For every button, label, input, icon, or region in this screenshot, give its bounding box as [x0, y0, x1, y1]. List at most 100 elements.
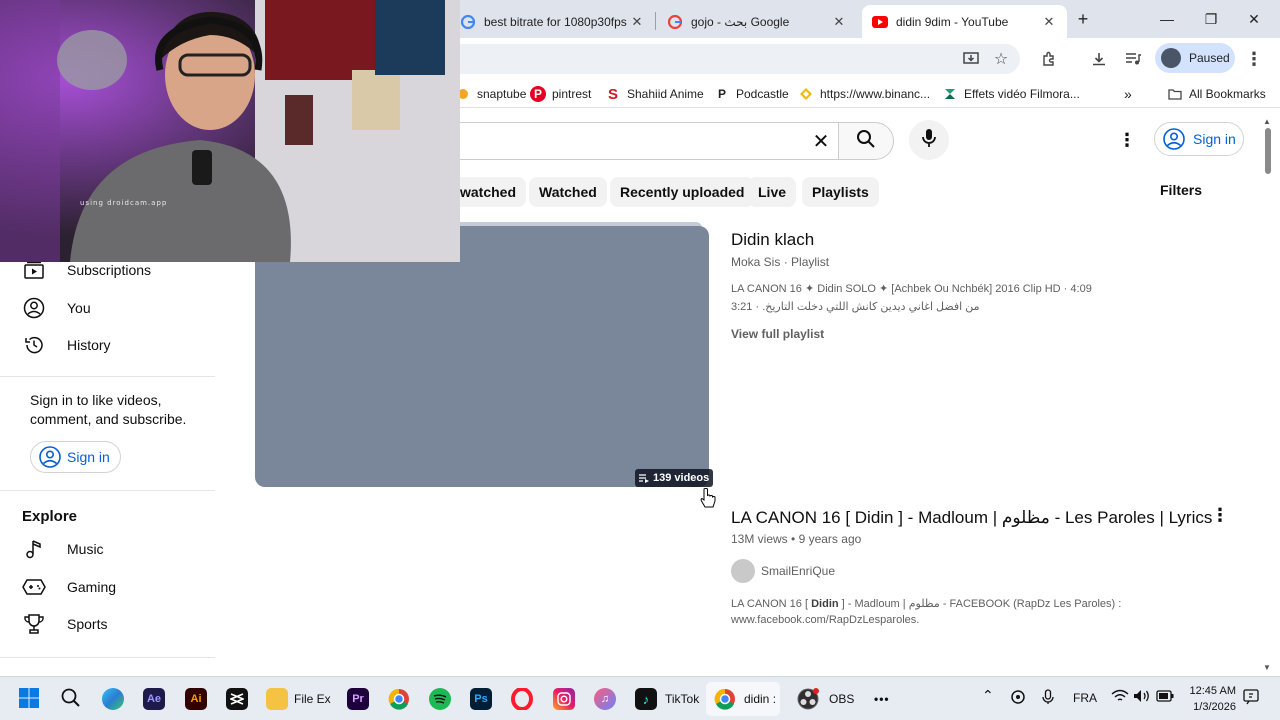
taskbar-app-opera[interactable] — [511, 685, 533, 713]
tab-divider — [655, 12, 656, 30]
sidebar-sign-in-button[interactable]: Sign in — [30, 441, 121, 473]
tiktok-icon: ♪ — [635, 688, 657, 710]
taskbar-app-after-effects[interactable]: Ae — [143, 685, 165, 713]
close-icon[interactable]: ✕ — [1041, 14, 1057, 30]
close-icon[interactable]: ✕ — [629, 14, 645, 30]
podcastle-icon: P — [717, 87, 726, 101]
taskbar-app-chrome[interactable] — [388, 685, 410, 713]
media-queue-icon[interactable] — [1120, 46, 1146, 72]
microphone-icon[interactable] — [1042, 689, 1054, 708]
chip-recently-uploaded[interactable]: Recently uploaded — [610, 177, 755, 207]
bookmark-shahiid-anime[interactable]: S Shahiid Anime — [605, 85, 704, 103]
tab-bitrate[interactable]: best bitrate for 1080p30fps ✕ — [450, 5, 655, 38]
taskbar-app-itunes[interactable]: ♫ — [594, 685, 616, 713]
sidebar-signin-prompt: Sign in to like videos, comment, and sub… — [30, 392, 187, 427]
sidebar-item-music[interactable]: Music — [22, 534, 104, 564]
taskbar-app-file-explorer[interactable]: File Ex — [266, 685, 331, 713]
new-tab-button[interactable]: + — [1068, 6, 1098, 32]
start-button[interactable] — [18, 685, 40, 713]
tray-overflow-icon[interactable]: ⌃ — [982, 687, 994, 704]
filters-button[interactable]: Filters — [1160, 182, 1202, 198]
taskbar-app-capcut[interactable] — [226, 685, 248, 713]
video-title[interactable]: LA CANON 16 [ Didin ] - Madloum | مظلوم … — [731, 508, 1212, 528]
sidebar-item-gaming[interactable]: Gaming — [22, 572, 116, 602]
sidebar-item-you[interactable]: You — [22, 293, 91, 323]
chip-watched-partial[interactable]: watched — [450, 177, 527, 207]
voice-search-button[interactable] — [909, 120, 949, 160]
profile-paused-button[interactable]: Paused — [1155, 43, 1235, 73]
sign-in-button[interactable]: Sign in — [1154, 122, 1244, 156]
bookmark-snaptube[interactable]: snaptube — [455, 85, 526, 103]
tab-youtube[interactable]: didin 9dim - YouTube ✕ — [862, 5, 1067, 38]
bookmark-star-icon[interactable]: ☆ — [988, 46, 1014, 72]
wifi-icon[interactable] — [1111, 689, 1129, 706]
address-bar[interactable] — [440, 44, 1020, 74]
sidebar-item-sports[interactable]: Sports — [22, 609, 107, 639]
system-clock[interactable]: 12:45 AM 1/3/2026 — [1186, 683, 1236, 715]
sidebar-item-history[interactable]: History — [22, 330, 111, 360]
taskbar-app-photoshop[interactable]: Ps — [470, 685, 492, 713]
bookmark-binance[interactable]: https://www.binanc... — [798, 85, 930, 103]
bookmarks-overflow-icon[interactable]: » — [1124, 85, 1132, 103]
playlist-title[interactable]: Didin klach — [731, 230, 814, 250]
bookmark-podcastle[interactable]: P Podcastle — [714, 85, 789, 103]
bookmark-filmora[interactable]: Effets vidéo Filmora... — [942, 85, 1080, 103]
after-effects-icon: Ae — [143, 688, 165, 710]
taskbar-app-label: File Ex — [294, 692, 331, 706]
taskbar-app-obs[interactable]: OBS — [797, 685, 854, 713]
account-circle-icon — [39, 446, 61, 468]
taskbar-more-apps-icon[interactable]: ••• — [874, 685, 890, 713]
volume-icon[interactable] — [1133, 689, 1151, 706]
search-input[interactable] — [440, 122, 838, 160]
description-text: ] - Madloum | مظلوم - FACEBOOK (RapDz Le… — [838, 598, 1122, 610]
download-icon[interactable] — [1086, 46, 1112, 72]
playlist-thumbnail[interactable] — [255, 226, 709, 487]
battery-icon[interactable] — [1156, 690, 1174, 705]
install-app-icon[interactable] — [958, 46, 984, 72]
browser-menu-icon[interactable]: ⋮ — [1241, 46, 1267, 72]
tab-title: best bitrate for 1080p30fps — [484, 14, 627, 29]
taskbar-app-label: OBS — [829, 692, 855, 706]
playlist-item-2[interactable]: من افضل اغاني ديدين كانش اللتي دخلت التا… — [731, 300, 980, 313]
google-g-icon — [667, 14, 683, 30]
input-language[interactable]: FRA — [1073, 691, 1097, 705]
minimize-icon[interactable]: — — [1152, 6, 1182, 32]
scrollbar-thumb[interactable] — [1265, 128, 1271, 174]
more-options-icon[interactable]: ⋮ — [1115, 128, 1139, 152]
chip-live[interactable]: Live — [748, 177, 797, 207]
scroll-down-icon[interactable]: ▼ — [1263, 663, 1271, 672]
taskbar-app-illustrator[interactable]: Ai — [185, 685, 207, 713]
bookmark-pinterest[interactable]: P pintrest — [530, 85, 591, 103]
channel-avatar[interactable] — [731, 559, 755, 583]
all-bookmarks-button[interactable]: All Bookmarks — [1167, 85, 1266, 103]
clear-search-icon[interactable]: ✕ — [808, 128, 834, 154]
search-button[interactable] — [838, 122, 894, 160]
chip-watched[interactable]: Watched — [529, 177, 607, 207]
window-close-icon[interactable]: ✕ — [1239, 6, 1269, 32]
file-explorer-icon — [266, 688, 288, 710]
taskbar-app-tiktok[interactable]: ♪ TikTok — [635, 685, 699, 713]
notifications-icon[interactable] — [1243, 689, 1259, 708]
taskbar-search-button[interactable] — [61, 685, 81, 713]
extensions-icon[interactable] — [1036, 46, 1062, 72]
video-channel-name[interactable]: SmailEnriQue — [761, 564, 835, 578]
illustrator-icon: Ai — [185, 688, 207, 710]
taskbar-app-premiere[interactable]: Pr — [347, 685, 369, 713]
bookmark-label: All Bookmarks — [1189, 87, 1266, 101]
tray-app-icon[interactable] — [1010, 689, 1026, 708]
chip-playlists[interactable]: Playlists — [802, 177, 879, 207]
taskbar-app-spotify[interactable] — [429, 685, 451, 713]
taskbar-app-instagram[interactable] — [553, 685, 575, 713]
restore-icon[interactable]: ❐ — [1196, 6, 1226, 32]
taskbar-app-edge[interactable] — [102, 685, 124, 713]
taskbar-app-chrome-didin[interactable]: didin : — [706, 682, 780, 716]
close-icon[interactable]: ✕ — [831, 14, 847, 30]
view-full-playlist-link[interactable]: View full playlist — [731, 327, 824, 341]
tab-gojo[interactable]: gojo - بحث Google ✕ — [657, 5, 857, 38]
playlist-type: Playlist — [791, 255, 830, 269]
video-more-options-icon[interactable]: ⋮ — [1211, 505, 1229, 526]
playlist-channel[interactable]: Moka Sis — [731, 255, 780, 269]
playlist-item-1[interactable]: LA CANON 16 ✦ Didin SOLO ✦ [Achbek Ou Nc… — [731, 282, 1092, 295]
windows-start-icon — [18, 687, 40, 712]
scroll-up-icon[interactable]: ▲ — [1263, 117, 1271, 126]
